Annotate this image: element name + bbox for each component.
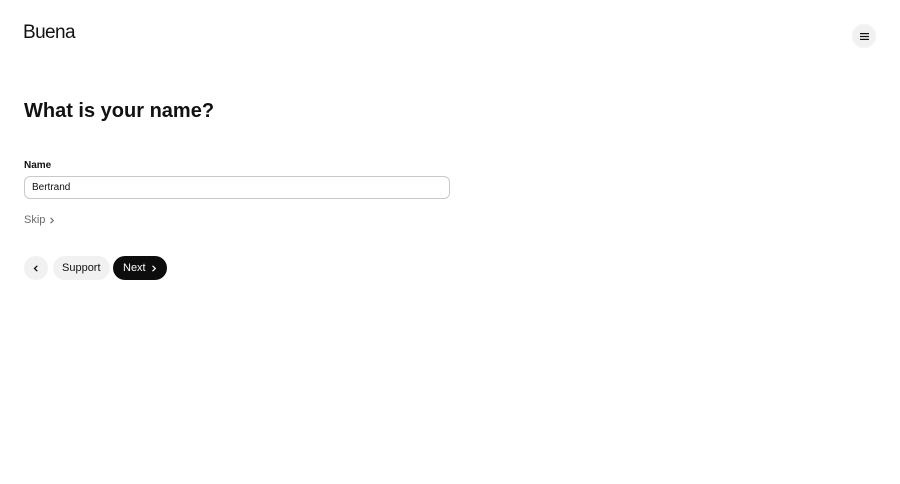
chevron-left-icon bbox=[33, 264, 39, 272]
hamburger-menu-icon bbox=[859, 32, 869, 40]
skip-label: Skip bbox=[24, 214, 46, 226]
chevron-right-icon bbox=[49, 216, 55, 224]
next-button[interactable]: Next bbox=[113, 256, 167, 280]
support-button[interactable]: Support bbox=[53, 256, 110, 280]
name-field-label: Name bbox=[24, 160, 52, 171]
name-field[interactable] bbox=[24, 176, 450, 199]
chevron-right-icon bbox=[151, 264, 157, 272]
back-button[interactable] bbox=[24, 256, 48, 280]
menu-button[interactable] bbox=[852, 24, 876, 48]
onboarding-page: Buena What is your name? Name Skip Suppo bbox=[0, 0, 900, 484]
next-label: Next bbox=[123, 262, 146, 274]
page-title: What is your name? bbox=[24, 100, 215, 122]
brand-logo[interactable]: Buena bbox=[23, 21, 76, 45]
skip-link[interactable]: Skip bbox=[24, 213, 55, 227]
support-label: Support bbox=[62, 262, 101, 274]
